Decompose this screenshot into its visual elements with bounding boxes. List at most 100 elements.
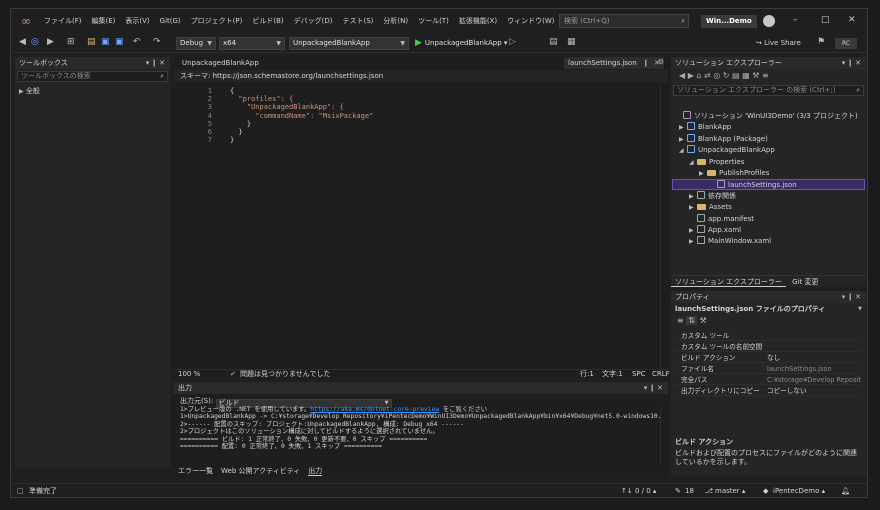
zoom-level[interactable]: 100 % bbox=[178, 370, 200, 379]
output-link[interactable]: https://aka.ms/dotnet-core-preview bbox=[310, 406, 439, 413]
feedback-icon[interactable]: ⚑ bbox=[817, 37, 825, 48]
property-row[interactable]: ファイル名 launchSettings.json bbox=[675, 364, 861, 374]
line-ending[interactable]: CRLF bbox=[652, 370, 670, 379]
menu-item[interactable]: デバッグ(D) bbox=[289, 16, 338, 26]
tree-item[interactable]: ▶ BlankApp bbox=[671, 122, 864, 133]
property-row[interactable]: カスタム ツールの名前空間 bbox=[675, 342, 861, 352]
code-line[interactable]: { bbox=[230, 87, 234, 95]
code-line[interactable]: } bbox=[230, 120, 251, 128]
tree-item[interactable]: app.manifest bbox=[671, 213, 864, 225]
bottom-tab[interactable]: Web 公開アクティビティ bbox=[221, 467, 300, 475]
menu-item[interactable]: 表示(V) bbox=[120, 16, 154, 26]
tree-item[interactable]: ソリューション 'WinUI3Demo' (3/3 プロジェクト) bbox=[671, 111, 864, 122]
tree-item[interactable]: ◢ UnpackagedBlankApp bbox=[671, 145, 864, 156]
pin-icon[interactable]: ❙ bbox=[643, 59, 649, 67]
tab-git-changes[interactable]: Git 変更 bbox=[788, 278, 822, 286]
menu-item[interactable]: プロジェクト(P) bbox=[186, 16, 248, 26]
panel-controls-icon[interactable]: ▾❙✕ bbox=[842, 57, 863, 69]
panel-controls-icon[interactable]: ▾❙✕ bbox=[146, 57, 167, 69]
tab-launchsettings[interactable]: launchSettings.json ❙ ✕ bbox=[564, 57, 664, 69]
back-icon[interactable]: ◀ bbox=[19, 37, 26, 48]
solution-search-input[interactable]: ソリューション エクスプローラー の検索 (Ctrl+;) ⌕ bbox=[673, 85, 864, 96]
output-text[interactable]: 1>プレビュー版の .NET を使用しています。https://aka.ms/d… bbox=[180, 406, 660, 450]
settings-icon[interactable]: ⚙ bbox=[658, 58, 664, 66]
layout-icon[interactable]: ▦ bbox=[567, 37, 576, 48]
startup-project-select[interactable]: UnpackagedBlankApp ▼ bbox=[289, 37, 409, 50]
menu-item[interactable]: Git(G) bbox=[155, 17, 186, 25]
navigate-icon[interactable]: ◎ bbox=[31, 37, 39, 48]
expand-toggle-icon[interactable]: ▶ bbox=[699, 168, 707, 179]
menu-item[interactable]: ビルド(B) bbox=[247, 16, 288, 26]
tab-solution-explorer[interactable]: ソリューション エクスプローラー bbox=[671, 278, 786, 287]
expand-toggle-icon[interactable]: ▶ bbox=[689, 191, 697, 202]
property-value[interactable]: launchSettings.json bbox=[767, 364, 861, 374]
whitespace-mode[interactable]: SPC bbox=[632, 370, 646, 379]
categorized-icon[interactable]: ≡ bbox=[677, 316, 684, 325]
sync-status[interactable]: ↑↓ 0 / 0 ▴ bbox=[621, 484, 656, 497]
expand-toggle-icon[interactable]: ◢ bbox=[689, 157, 697, 168]
redo-icon[interactable]: ↷ bbox=[153, 37, 161, 48]
panel-controls-icon[interactable]: ▾❙✕ bbox=[842, 291, 863, 303]
branch-name[interactable]: master ▴ bbox=[715, 484, 745, 497]
config-select[interactable]: Debug ▼ bbox=[176, 37, 216, 50]
panel-controls-icon[interactable]: ▾❙✕ bbox=[644, 382, 665, 394]
undo-icon[interactable]: ↶ bbox=[133, 37, 141, 48]
live-share-button[interactable]: ↪ Live Share bbox=[756, 37, 801, 50]
tree-item[interactable]: ▶ Assets bbox=[671, 202, 864, 213]
code-line[interactable]: } bbox=[230, 128, 242, 136]
bottom-tab[interactable]: 出力 bbox=[308, 467, 323, 476]
property-row[interactable]: 出力ディレクトリにコピー コピーしない bbox=[675, 386, 861, 396]
property-row[interactable]: カスタム ツール bbox=[675, 331, 861, 341]
expand-toggle-icon[interactable]: ▶ bbox=[689, 225, 697, 236]
expand-toggle-icon[interactable]: ▶ bbox=[679, 122, 687, 133]
expand-toggle-icon[interactable]: ◢ bbox=[679, 145, 687, 156]
property-value[interactable]: コピーしない bbox=[767, 386, 861, 396]
open-folder-icon[interactable]: ▤ bbox=[87, 37, 96, 48]
repo-name[interactable]: iPentecDemo ▴ bbox=[773, 484, 825, 497]
tree-item[interactable]: ▶ MainWindow.xaml bbox=[671, 236, 864, 247]
account-avatar[interactable] bbox=[763, 15, 775, 27]
property-value[interactable]: C:¥storage¥Develop Repository bbox=[767, 375, 861, 385]
issues-status[interactable]: 問題は見つかりませんでした bbox=[240, 370, 330, 379]
start-without-debug-icon[interactable]: ▷ bbox=[509, 37, 516, 48]
tree-item[interactable]: ◢ Properties bbox=[671, 157, 864, 168]
platform-select[interactable]: x64 ▼ bbox=[219, 37, 285, 50]
menu-item[interactable]: 拡張機能(X) bbox=[454, 16, 502, 26]
code-line[interactable]: "UnpackagedBlankApp": { bbox=[230, 103, 344, 111]
menu-item[interactable]: 分析(N) bbox=[378, 16, 413, 26]
expand-toggle-icon[interactable]: ▶ bbox=[689, 202, 697, 213]
output-scrollbar[interactable] bbox=[660, 406, 668, 464]
tab-project[interactable]: UnpackagedBlankApp bbox=[178, 57, 263, 69]
code-area[interactable]: 1 {2 "profiles": {3 "UnpackagedBlankApp":… bbox=[174, 85, 668, 371]
menu-item[interactable]: ツール(T) bbox=[413, 16, 454, 26]
property-pages-icon[interactable]: ⚒ bbox=[700, 316, 707, 325]
tree-item[interactable]: ▶ App.xaml bbox=[671, 225, 864, 236]
property-row[interactable]: ビルド アクション なし bbox=[675, 353, 861, 363]
expand-toggle-icon[interactable]: ▶ bbox=[689, 236, 697, 247]
menu-item[interactable]: ウィンドウ(W) bbox=[502, 16, 559, 26]
save-all-icon[interactable]: ▣ bbox=[115, 37, 124, 48]
solution-explorer-toolbar[interactable]: ◀ ▶ ⌂ ⇄ ◎ ↻ ▤ ▦ ⚒ ≡ bbox=[671, 69, 866, 83]
code-line[interactable]: "profiles": { bbox=[230, 95, 293, 103]
menu-item[interactable]: テスト(S) bbox=[337, 16, 378, 26]
tree-item[interactable]: launchSettings.json bbox=[672, 179, 865, 191]
toolbox-search-input[interactable]: ツールボックスの検索 ⌕ bbox=[17, 71, 168, 82]
bottom-tab[interactable]: エラー一覧 bbox=[178, 467, 213, 475]
editor-scrollbar[interactable] bbox=[660, 85, 668, 371]
tree-item[interactable]: ▶ BlankApp (Package) bbox=[671, 133, 864, 145]
property-value[interactable]: なし bbox=[767, 353, 861, 363]
save-icon[interactable]: ▣ bbox=[101, 37, 110, 48]
code-line[interactable]: "commandName": "MsixPackage" bbox=[230, 112, 373, 120]
new-item-icon[interactable]: ⊞ bbox=[67, 37, 75, 48]
expand-toggle-icon[interactable]: ▶ bbox=[679, 134, 687, 145]
browser-icon[interactable]: ▤ bbox=[549, 37, 558, 48]
close-icon[interactable]: ✕ bbox=[848, 15, 856, 26]
menu-item[interactable]: ファイル(F) bbox=[39, 16, 87, 26]
menu-item[interactable]: 編集(E) bbox=[87, 16, 121, 26]
forward-icon[interactable]: ▶ bbox=[47, 37, 54, 48]
toolbox-group-general[interactable]: ▶ 全般 bbox=[15, 84, 170, 98]
maximize-icon[interactable]: □ bbox=[821, 15, 830, 26]
pending-edits[interactable]: 18 bbox=[685, 484, 694, 497]
code-line[interactable]: } bbox=[230, 136, 234, 144]
tree-item[interactable]: ▶ PublishProfiles bbox=[671, 168, 864, 179]
